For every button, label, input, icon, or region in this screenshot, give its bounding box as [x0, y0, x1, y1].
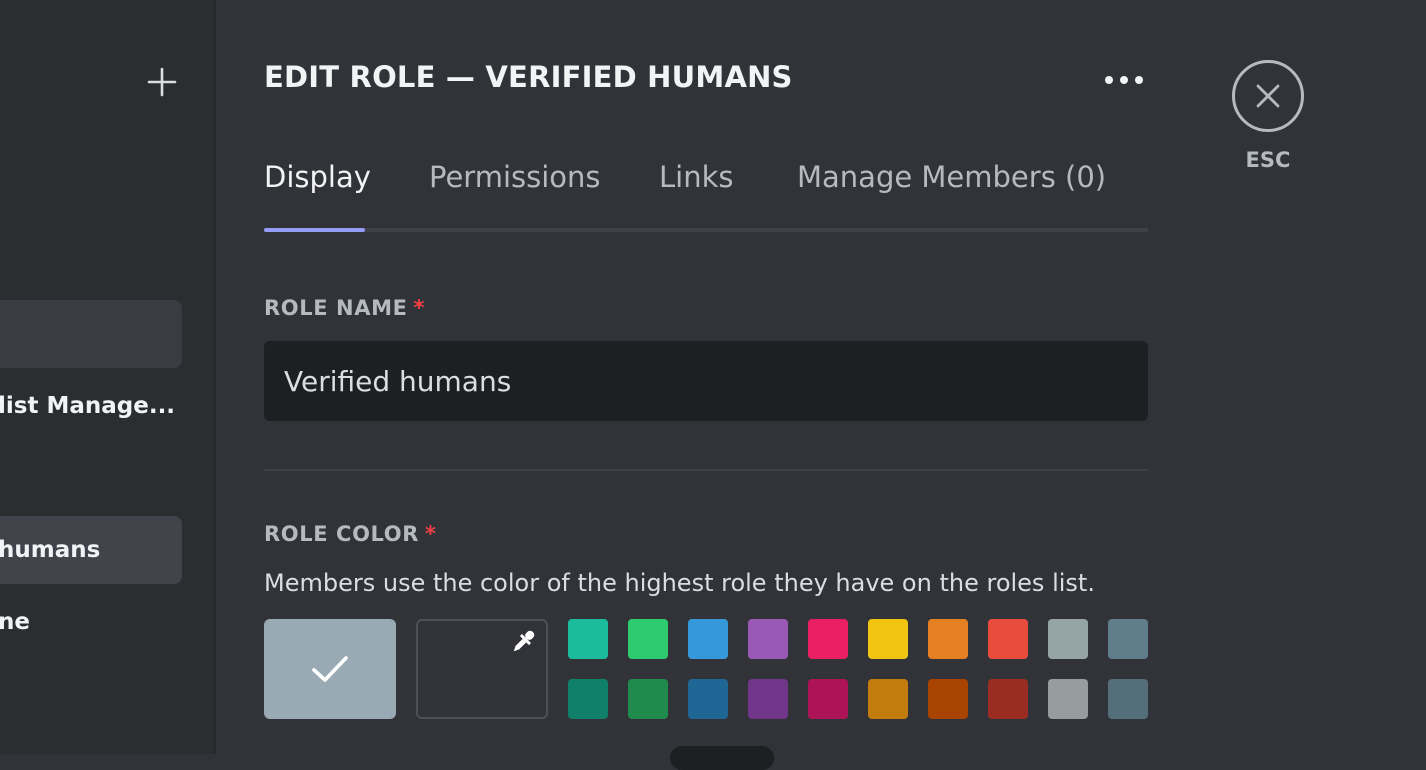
tab-display[interactable]: Display: [264, 160, 371, 194]
role-color-label-text: ROLE COLOR: [264, 522, 419, 546]
eyedropper-icon: [513, 630, 535, 652]
color-swatch[interactable]: [748, 619, 788, 659]
color-swatch[interactable]: [628, 679, 668, 719]
color-swatch[interactable]: [1048, 679, 1088, 719]
section-divider: [264, 469, 1148, 471]
color-swatch[interactable]: [568, 679, 608, 719]
color-swatch[interactable]: [928, 619, 968, 659]
color-swatch[interactable]: [868, 619, 908, 659]
color-swatch[interactable]: [808, 619, 848, 659]
active-tab-indicator: [264, 228, 365, 232]
tab-bar: Display Permissions Links Manage Members…: [264, 150, 1148, 234]
required-mark: *: [413, 296, 426, 320]
cut-off-badge: [670, 746, 774, 770]
role-list-item[interactable]: list Manage...: [0, 372, 182, 440]
role-list-item-label: ne: [0, 609, 30, 635]
color-swatch[interactable]: [808, 679, 848, 719]
color-swatch[interactable]: [1108, 679, 1148, 719]
checkmark-icon: [312, 656, 348, 682]
tab-manage-members[interactable]: Manage Members (0): [797, 160, 1106, 194]
roles-sidebar: list Manage... humans ne: [0, 0, 216, 754]
tab-rail: [264, 228, 1148, 232]
color-swatch[interactable]: [1048, 619, 1088, 659]
role-name-label-text: ROLE NAME: [264, 296, 408, 320]
esc-label: ESC: [1245, 148, 1291, 172]
color-swatch[interactable]: [628, 619, 668, 659]
ellipsis-icon: [1105, 76, 1143, 84]
role-list-item-selected[interactable]: humans: [0, 516, 182, 584]
role-name-input[interactable]: [264, 341, 1148, 421]
color-swatch[interactable]: [988, 679, 1028, 719]
role-list-item-label: humans: [0, 537, 101, 563]
close-icon: [1256, 84, 1280, 108]
color-swatch[interactable]: [568, 619, 608, 659]
color-swatch[interactable]: [928, 679, 968, 719]
color-swatch[interactable]: [688, 679, 728, 719]
close-button[interactable]: [1232, 60, 1304, 132]
role-color-hint: Members use the color of the highest rol…: [264, 569, 1095, 597]
custom-color-swatch[interactable]: [416, 619, 548, 719]
tab-permissions[interactable]: Permissions: [429, 160, 601, 194]
color-swatch[interactable]: [868, 679, 908, 719]
color-swatch[interactable]: [748, 679, 788, 719]
add-role-button[interactable]: [140, 60, 184, 104]
role-list-item-label: list Manage...: [0, 393, 176, 419]
color-swatch[interactable]: [1108, 619, 1148, 659]
default-color-swatch[interactable]: [264, 619, 396, 719]
color-swatch[interactable]: [988, 619, 1028, 659]
color-swatch[interactable]: [688, 619, 728, 659]
more-options-button[interactable]: [1100, 62, 1148, 98]
role-list-item[interactable]: [0, 300, 182, 368]
plus-icon: [147, 67, 177, 97]
required-mark: *: [424, 522, 437, 546]
tab-links[interactable]: Links: [659, 160, 734, 194]
role-name-label: ROLE NAME *: [264, 296, 425, 320]
role-color-label: ROLE COLOR *: [264, 522, 437, 546]
role-list-item[interactable]: ne: [0, 588, 182, 656]
page-title: EDIT ROLE — VERIFIED HUMANS: [264, 60, 793, 94]
